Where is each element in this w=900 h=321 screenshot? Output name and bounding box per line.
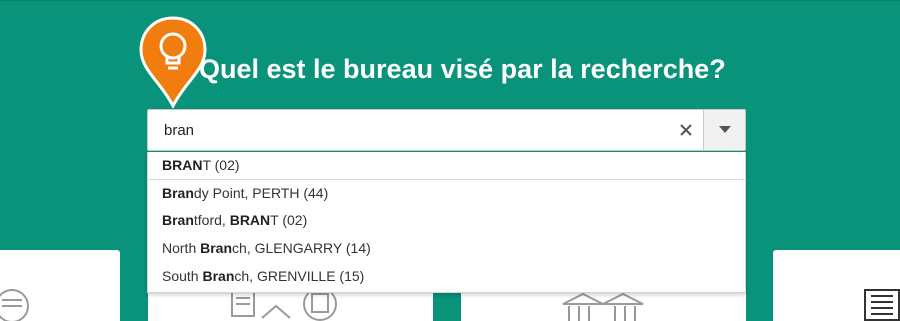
match-highlight: BRAN	[162, 157, 203, 173]
clear-button[interactable]	[673, 110, 699, 150]
match-highlight: Bran	[162, 212, 194, 229]
option-text: North	[162, 240, 201, 257]
suggestion-option[interactable]: North Branch, GLENGARRY (14)	[148, 235, 745, 263]
document-circle-icon	[0, 289, 29, 321]
option-text: dy Point, PERTH (44)	[193, 184, 329, 201]
option-text: T (02)	[202, 157, 240, 173]
suggestion-list: BRANT (02) Brandy Point, PERTH (44) Brantf…	[147, 152, 746, 293]
caret-down-icon	[718, 126, 731, 133]
option-text: ch, GRENVILLE (15)	[234, 267, 365, 284]
suggestion-option[interactable]: South Branch, GRENVILLE (15)	[148, 263, 745, 291]
option-text: tford,	[193, 212, 230, 229]
suggestion-option[interactable]: Brantford, BRANT (02)	[148, 207, 745, 235]
close-icon	[680, 124, 692, 136]
banner-top-edge	[0, 0, 900, 1]
option-text: ch, GLENGARRY (14)	[232, 240, 371, 257]
option-card-1[interactable]	[0, 250, 120, 321]
option-text: South	[162, 267, 203, 284]
page-question: Quel est le bureau visé par la recherche…	[199, 54, 726, 84]
match-highlight: Bran	[202, 267, 235, 284]
match-highlight: Bran	[200, 240, 233, 257]
suggestion-option[interactable]: Brandy Point, PERTH (44)	[148, 180, 745, 208]
newspaper-icon	[864, 289, 900, 321]
lightbulb-pin-icon	[139, 16, 207, 108]
match-highlight: Bran	[162, 184, 194, 201]
option-text: T (02)	[270, 212, 308, 229]
match-highlight: BRAN	[229, 212, 271, 229]
suggestion-option[interactable]: BRANT (02)	[148, 152, 745, 180]
office-search-combobox[interactable]	[147, 109, 746, 151]
dropdown-toggle-button[interactable]	[703, 110, 745, 150]
office-search-input[interactable]	[164, 110, 654, 150]
building-columns-icon	[562, 292, 644, 321]
option-card-4[interactable]	[773, 250, 900, 321]
